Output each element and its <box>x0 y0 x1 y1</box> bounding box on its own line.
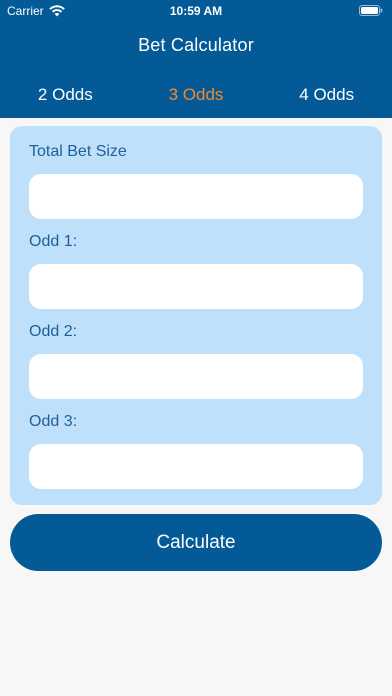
app-header: Carrier 10:59 AM Bet Calculator 2 Odds 3… <box>0 0 392 118</box>
odd-3-input[interactable] <box>29 444 363 489</box>
calculate-button[interactable]: Calculate <box>10 514 382 571</box>
battery-icon <box>359 5 383 16</box>
total-bet-size-input[interactable] <box>29 174 363 219</box>
tab-2-odds[interactable]: 2 Odds <box>0 78 131 112</box>
total-bet-size-label: Total Bet Size <box>29 143 127 160</box>
odd-1-label: Odd 1: <box>29 233 78 250</box>
tab-4-odds[interactable]: 4 Odds <box>261 78 392 112</box>
odd-2-label: Odd 2: <box>29 323 78 340</box>
bet-form-card: Total Bet Size Odd 1: Odd 2: Odd 3: <box>10 126 382 505</box>
page-title: Bet Calculator <box>138 35 254 55</box>
odd-3-label: Odd 3: <box>29 413 78 430</box>
odds-tab-bar: 2 Odds 3 Odds 4 Odds <box>0 78 392 112</box>
tab-3-odds[interactable]: 3 Odds <box>131 78 262 112</box>
odd-2-input[interactable] <box>29 354 363 399</box>
status-bar: Carrier 10:59 AM <box>0 0 392 22</box>
status-time: 10:59 AM <box>169 4 223 18</box>
odd-1-input[interactable] <box>29 264 363 309</box>
